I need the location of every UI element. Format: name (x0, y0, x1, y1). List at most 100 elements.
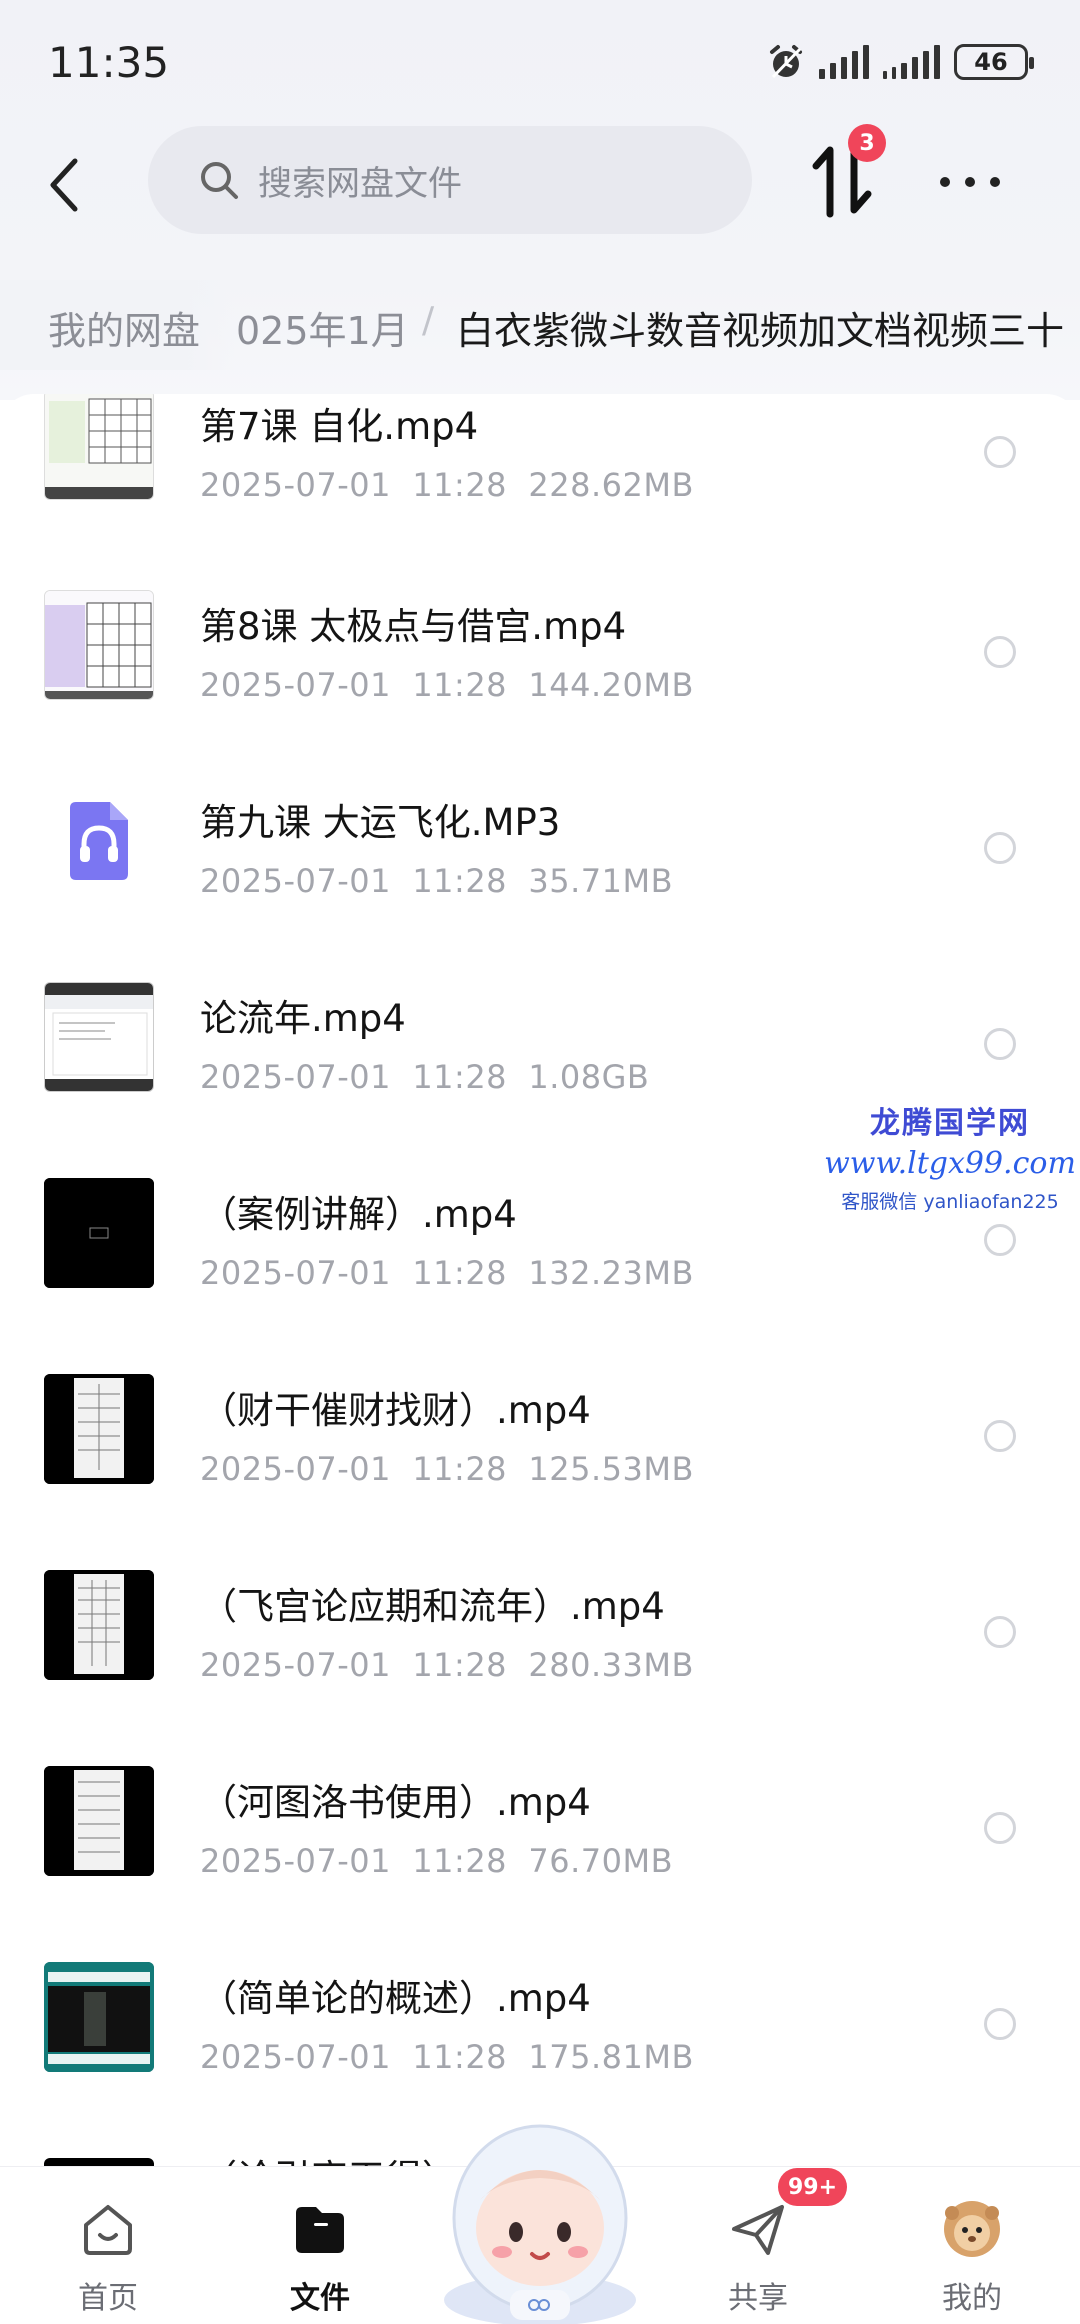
file-name: （简单论的概述）.mp4 (200, 1977, 591, 2020)
select-radio[interactable] (984, 2008, 1016, 2040)
transfer-badge: 3 (848, 124, 886, 162)
nav-files-label: 文件 (290, 2281, 350, 2316)
list-item[interactable]: （河图洛书使用）.mp4 2025-07-01 11:28 76.70MB (0, 1766, 1080, 1962)
paper-plane-icon (732, 2205, 784, 2255)
file-time: 11:28 (412, 862, 508, 900)
select-radio[interactable] (984, 1224, 1016, 1256)
search-input[interactable]: 搜索网盘文件 (148, 126, 752, 234)
file-name: （财干催财找财）.mp4 (200, 1389, 591, 1432)
select-radio[interactable] (984, 636, 1016, 668)
chevron-left-icon (50, 158, 78, 212)
search-icon (201, 162, 238, 199)
status-icons: 46 (767, 42, 1034, 82)
breadcrumb-separator: / (422, 300, 435, 341)
select-radio[interactable] (984, 1028, 1016, 1060)
nav-mine-label: 我的 (942, 2281, 1002, 2316)
file-time: 11:28 (412, 1646, 508, 1684)
file-time: 11:28 (412, 2038, 508, 2076)
alarm-icon (770, 45, 802, 79)
video-thumbnail (44, 590, 154, 700)
file-date: 2025-07-01 (200, 1254, 391, 1292)
signal-icon-2 (883, 45, 940, 79)
video-thumbnail (44, 2158, 154, 2166)
list-item[interactable]: （飞宫论应期和流年）.mp4 2025-07-01 11:28 280.33MB (0, 1570, 1080, 1766)
file-date: 2025-07-01 (200, 666, 391, 704)
list-item[interactable]: 第九课 大运飞化.MP3 2025-07-01 11:28 35.71MB (0, 786, 1080, 982)
avatar (944, 2201, 1000, 2257)
audio-file-icon (44, 786, 154, 896)
file-meta: 2025-07-01 11:28 76.70MB (200, 1842, 673, 1880)
breadcrumb: 025年1月 我的网盘 / 白衣紫微斗数音视频加文档视频三十 (0, 280, 1080, 370)
file-time: 11:28 (412, 666, 508, 704)
assistant-mascot-button[interactable] (432, 2100, 648, 2324)
select-radio[interactable] (984, 1616, 1016, 1648)
file-name: 第8课 太极点与借宫.mp4 (200, 605, 627, 648)
signal-icon (819, 45, 869, 79)
more-options-button[interactable] (940, 152, 1000, 212)
file-date: 2025-07-01 (200, 1646, 391, 1684)
home-icon (84, 2205, 132, 2255)
file-name: （河图洛书使用）.mp4 (200, 1781, 591, 1824)
breadcrumb-item-month[interactable]: 025年1月 (236, 300, 409, 355)
file-meta: 2025-07-01 11:28 125.53MB (200, 1450, 694, 1488)
file-time: 11:28 (412, 466, 508, 504)
file-name: 论流年.mp4 (200, 997, 406, 1040)
video-thumbnail (44, 1766, 154, 1876)
file-size: 144.20MB (528, 666, 694, 704)
share-badge: 99+ (778, 2168, 848, 2206)
watermark: 龙腾国学网 www.ltgx99.com 客服微信 yanliaofan225 (820, 1098, 1080, 1214)
select-radio[interactable] (984, 1812, 1016, 1844)
file-size: 132.23MB (528, 1254, 694, 1292)
battery-icon: 46 (954, 44, 1034, 80)
dot-icon (990, 177, 1000, 187)
file-date: 2025-07-01 (200, 2038, 391, 2076)
video-thumbnail (44, 394, 154, 500)
list-item[interactable]: 第8课 太极点与借宫.mp4 2025-07-01 11:28 144.20MB (0, 590, 1080, 786)
dot-icon (940, 177, 950, 187)
file-name: （案例讲解）.mp4 (200, 1193, 517, 1236)
file-size: 76.70MB (528, 1842, 674, 1880)
video-thumbnail (44, 1374, 154, 1484)
watermark-url: www.ltgx99.com (824, 1146, 1076, 1181)
breadcrumb-item-root[interactable]: 我的网盘 (48, 300, 200, 355)
back-button[interactable] (30, 140, 100, 230)
list-item[interactable]: 第7课 自化.mp4 2025-07-01 11:28 228.62MB (0, 394, 1080, 590)
status-time: 11:35 (48, 38, 170, 87)
video-thumbnail (44, 1962, 154, 2072)
breadcrumb-item-current[interactable]: 白衣紫微斗数音视频加文档视频三十 (456, 300, 1064, 355)
file-time: 11:28 (412, 1842, 508, 1880)
search-placeholder: 搜索网盘文件 (258, 163, 462, 204)
select-radio[interactable] (984, 436, 1016, 468)
file-date: 2025-07-01 (200, 1058, 391, 1096)
file-size: 175.81MB (528, 2038, 694, 2076)
nav-mine[interactable]: 我的 (912, 2181, 1032, 2321)
video-thumbnail (44, 1178, 154, 1288)
file-meta: 2025-07-01 11:28 132.23MB (200, 1254, 694, 1292)
list-item[interactable]: （财干催财找财）.mp4 2025-07-01 11:28 125.53MB (0, 1374, 1080, 1570)
file-size: 1.08GB (528, 1058, 650, 1096)
nav-home[interactable]: 首页 (48, 2181, 168, 2321)
file-date: 2025-07-01 (200, 1450, 391, 1488)
file-meta: 2025-07-01 11:28 1.08GB (200, 1058, 649, 1096)
file-size: 125.53MB (528, 1450, 694, 1488)
video-thumbnail (44, 982, 154, 1092)
dot-icon (965, 177, 975, 187)
status-bar: 11:35 46 (0, 0, 1080, 120)
nav-files[interactable]: 文件 (260, 2181, 380, 2321)
file-name: （飞宫论应期和流年）.mp4 (200, 1585, 665, 1628)
video-thumbnail (44, 1570, 154, 1680)
file-name: 第7课 自化.mp4 (200, 405, 479, 448)
file-size: 280.33MB (528, 1646, 694, 1684)
file-meta: 2025-07-01 11:28 228.62MB (200, 466, 694, 504)
file-list: 第7课 自化.mp4 2025-07-01 11:28 228.62MB 第8课… (0, 394, 1080, 2166)
file-time: 11:28 (412, 1058, 508, 1096)
nav-share-label: 共享 (728, 2281, 788, 2316)
select-radio[interactable] (984, 832, 1016, 864)
file-meta: 2025-07-01 11:28 35.71MB (200, 862, 673, 900)
folder-icon (296, 2207, 344, 2253)
file-time: 11:28 (412, 1254, 508, 1292)
select-radio[interactable] (984, 1420, 1016, 1452)
file-meta: 2025-07-01 11:28 280.33MB (200, 1646, 694, 1684)
file-name: （论引官天得） (200, 2148, 459, 2166)
file-meta: 2025-07-01 11:28 175.81MB (200, 2038, 694, 2076)
